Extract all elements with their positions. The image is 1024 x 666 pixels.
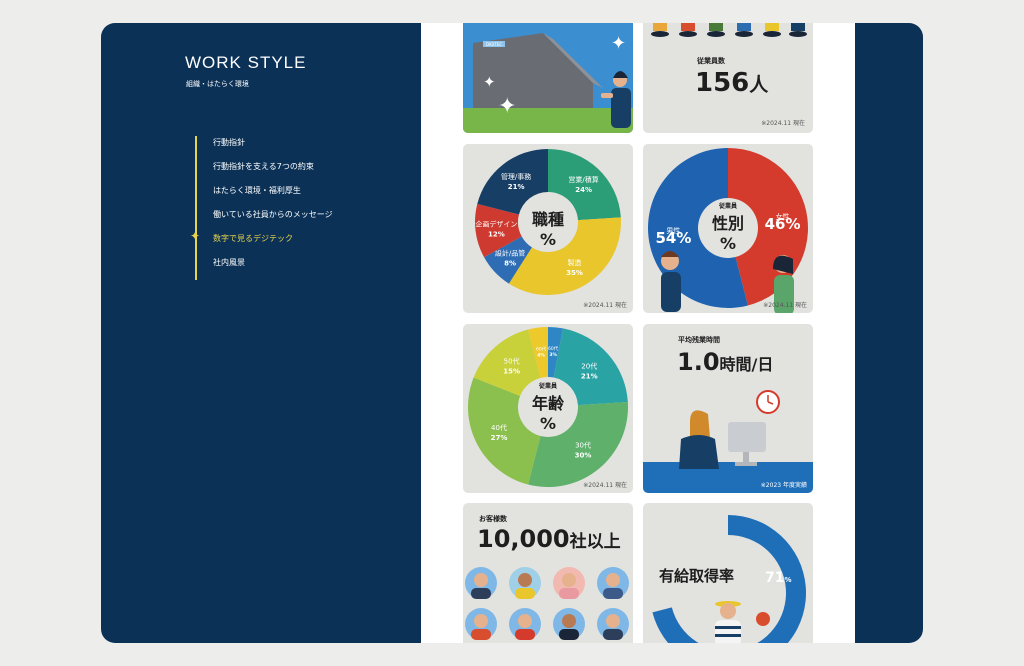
overtime-note: ※2023 年度実績 [760,482,807,489]
slice-label: 設計/品管 [495,249,525,258]
slice-value: 24% [575,186,592,194]
building-card: DIGITEC ✦ ✦ ✦ [463,23,633,133]
slice-value: 4% [537,352,545,358]
slice-value: 3% [549,352,557,358]
page-frame: WORK STYLE 組織・はたらく環境 行動指針 行動指針を支える7つの約束 … [101,23,923,643]
section-nav: 行動指針 行動指針を支える7つの約束 はたらく環境・福利厚生 働いている社員から… [190,136,333,280]
job-center-title: 職種 [531,210,564,229]
employees-label: 従業員数 [697,57,725,65]
gender-note: ※2024.11 現在 [763,302,807,309]
slice-label: 50代 [504,357,520,366]
nav-item-numbers[interactable]: ✦ 数字で見るデジテック [190,229,333,256]
nav-item-label: 数字で見るデジテック [213,234,293,243]
svg-text:✦: ✦ [611,33,626,54]
worker-illustration [643,390,813,493]
gender-people-illustration [661,251,794,313]
slice-label: 営業/積算 [568,175,598,184]
slice-label: 30代 [575,440,591,449]
age-center: 従業員 年齢 % [518,381,578,433]
slice-label: 企画デザイン [475,220,517,229]
slice-label: 製造 [567,258,581,267]
slice-label: 管理/事務 [501,172,531,181]
slice-label: 20代 [581,362,597,371]
customer-avatars [465,567,629,640]
employees-card: 従業員数 156人 ※2024.11 現在 [643,23,813,133]
age-center-small: 従業員 [538,383,557,390]
avatar [509,608,541,640]
avatar [553,608,585,640]
gender-chart-card: 女性 46% 男性 54% 従業員 性別 % ※2024.11 現在 [643,144,813,313]
nav-item-label: 行動指針を支える7つの約束 [213,162,314,171]
age-center-unit: % [539,414,557,433]
slice-value: 21% [508,183,525,191]
building-illustration: DIGITEC ✦ ✦ ✦ [463,33,633,133]
employees-value-group: 156人 [695,68,768,98]
nav-item-promises[interactable]: 行動指針を支える7つの約束 [213,160,333,184]
slice-value: 12% [488,231,505,239]
avatar [553,567,585,599]
slice-value: 15% [503,368,520,376]
sparkle-icon: ✦ [190,229,201,243]
leave-person-illustration [715,601,770,643]
job-note: ※2024.11 現在 [583,302,627,309]
stats-panel: DIGITEC ✦ ✦ ✦ 従業員数 156人 ※2024.11 現在 営業/積… [421,23,855,643]
nav-item-environment[interactable]: はたらく環境・福利厚生 [213,184,333,208]
clients-card: お客様数 10,000社以上 [463,503,633,643]
slice-value: 27% [491,434,508,442]
svg-text:✦: ✦ [498,94,516,119]
leave-card: 有給取得率 71% [643,503,813,643]
slice-value: 21% [581,373,598,381]
job-center-unit: % [539,230,557,249]
age-center-title: 年齢 [531,394,564,413]
avatar [509,567,541,599]
section-subtitle: 組織・はたらく環境 [186,80,249,88]
nav-item-label: 社内風景 [213,258,245,267]
slice-value: 35% [566,269,583,277]
employees-note: ※2024.11 現在 [761,120,805,127]
slice-value: 8% [504,260,516,268]
nav-item-label: 働いている社員からのメッセージ [213,210,333,219]
age-chart-card: 60代 3% 20代 21% 30代 30% 40代 27% 50代 15% 60代 4% 従業員 年… [463,324,633,493]
nav-item-messages[interactable]: 働いている社員からのメッセージ [213,208,333,232]
job-chart-card: 営業/積算 24% 製造 35% 設計/品管 8% 企画デザイン 12% 管理/事務 21% 職種… [463,144,633,313]
avatar [597,567,629,599]
nav-item-label: 行動指針 [213,138,245,147]
avatar [465,608,497,640]
slice-label: 60代 [548,345,559,352]
pie-slice [477,149,548,215]
avatar [597,608,629,640]
employees-unit: 人 [749,74,769,96]
slice-label: 60代 [536,345,547,352]
job-center: 職種 % [518,206,578,249]
avatar [465,567,497,599]
nav-item-label: はたらく環境・福利厚生 [213,186,301,195]
age-note: ※2024.11 現在 [583,482,627,489]
svg-text:✦: ✦ [483,73,496,91]
slice-label: 40代 [491,423,507,432]
people-feet-illustration [651,23,807,37]
building-sign: DIGITEC [486,42,503,47]
nav-item-scenes[interactable]: 社内風景 [213,256,333,280]
overtime-card: 平均残業時間 1.0時間/日 ※2023 年度実績 [643,324,813,493]
slice-value: 30% [575,451,592,459]
employees-value: 156 [695,68,750,98]
section-title: WORK STYLE [185,53,307,72]
nav-item-guidelines[interactable]: 行動指針 [213,136,333,160]
